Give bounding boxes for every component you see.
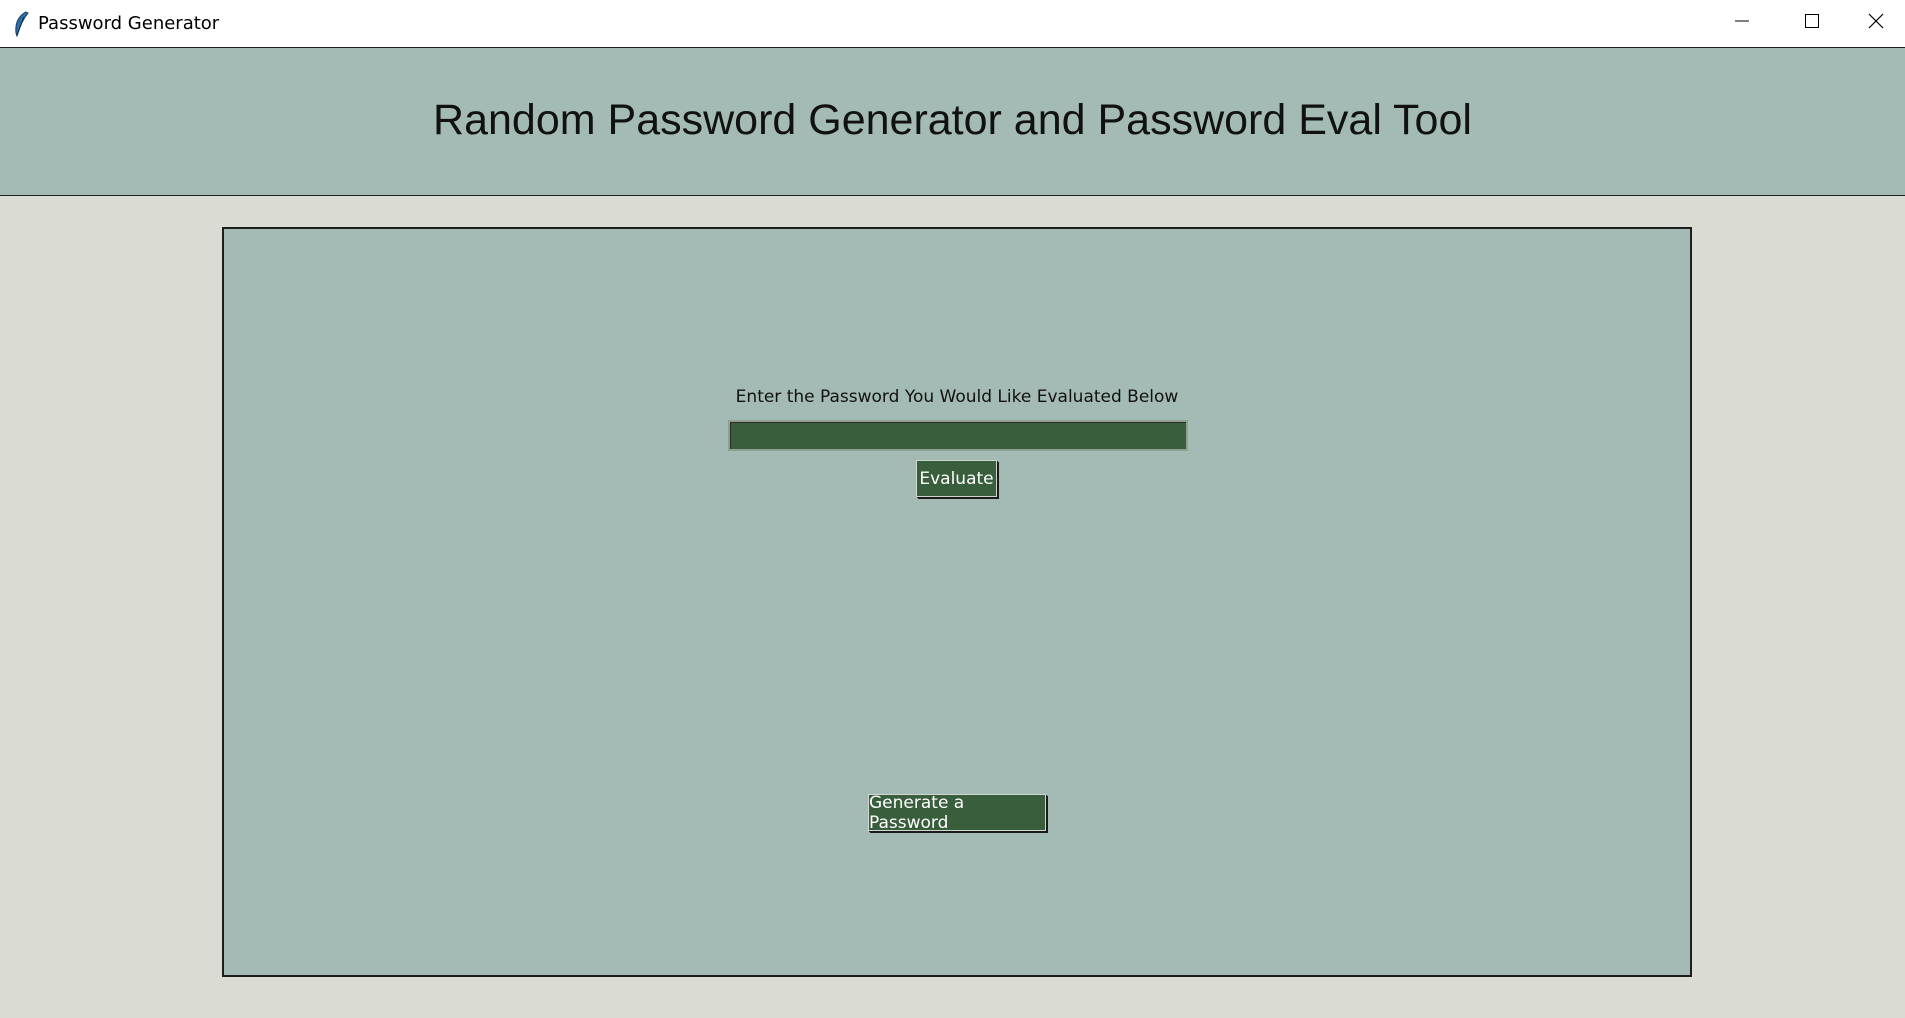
password-input[interactable] [728, 420, 1188, 451]
close-icon [1868, 13, 1884, 34]
app-window: Password Generator Random Password Gener… [0, 0, 1905, 1018]
password-prompt-label: Enter the Password You Would Like Evalua… [735, 387, 1179, 407]
maximize-button[interactable] [1777, 0, 1847, 47]
page-title: Random Password Generator and Password E… [433, 96, 1472, 144]
window-title: Password Generator [38, 13, 220, 34]
close-button[interactable] [1847, 0, 1905, 47]
feather-icon [12, 11, 30, 38]
minimize-button[interactable] [1707, 0, 1777, 47]
generate-password-button[interactable]: Generate a Password [868, 793, 1046, 833]
title-bar: Password Generator [0, 0, 1905, 48]
header-banner: Random Password Generator and Password E… [0, 48, 1905, 196]
main-panel: Enter the Password You Would Like Evalua… [222, 227, 1692, 977]
minimize-icon [1735, 14, 1749, 33]
evaluate-button[interactable]: Evaluate [916, 460, 997, 497]
maximize-icon [1805, 14, 1819, 33]
